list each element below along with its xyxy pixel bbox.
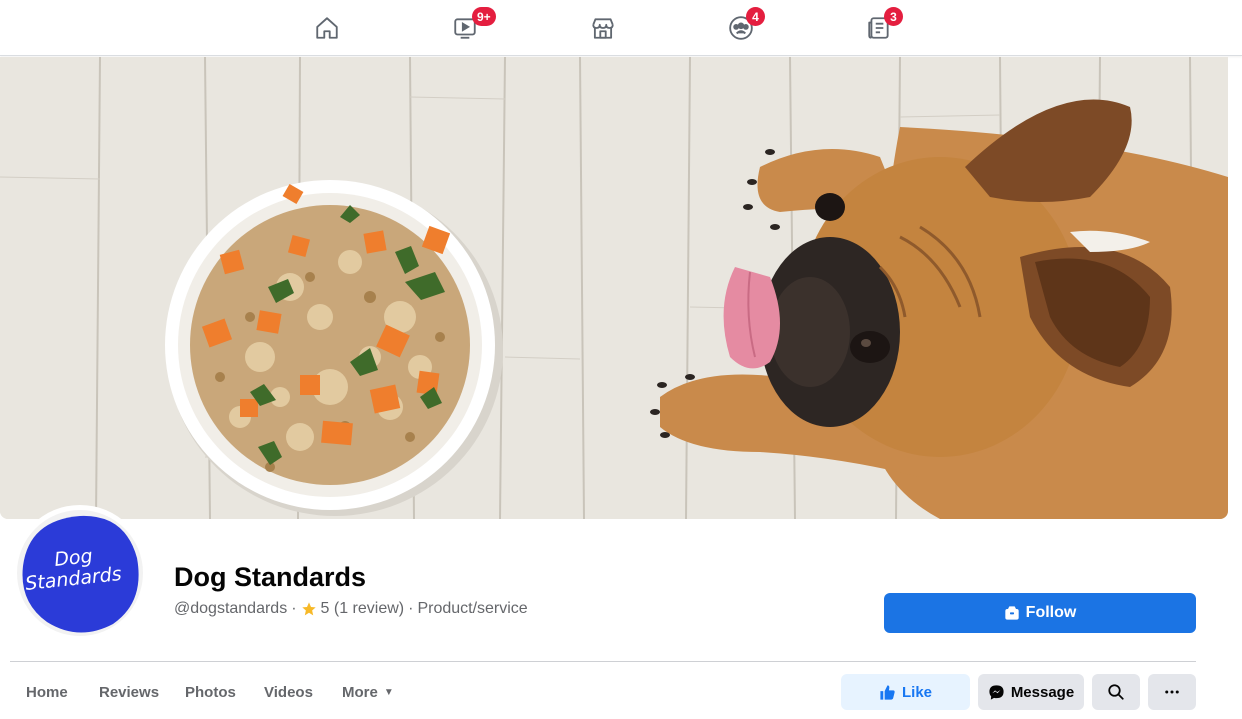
tab-more-label: More <box>342 683 378 701</box>
nav-home-button[interactable] <box>272 0 382 56</box>
divider <box>10 661 1196 662</box>
page-handle: @dogstandards <box>174 600 288 617</box>
home-icon <box>316 17 338 39</box>
tab-reviews[interactable]: Reviews <box>99 676 159 708</box>
message-button[interactable]: Message <box>978 674 1084 710</box>
search-page-button[interactable] <box>1092 674 1140 710</box>
page-title: Dog Standards <box>174 562 367 592</box>
meta-separator: · <box>291 600 297 617</box>
tab-more[interactable]: More ▼ <box>342 676 394 708</box>
dog-standards-logo: Dog Standards <box>17 510 143 636</box>
message-label: Message <box>1010 683 1075 701</box>
nav-marketplace-button[interactable] <box>548 0 658 56</box>
follow-label: Follow <box>1025 604 1077 621</box>
follow-button[interactable]: Follow <box>884 593 1196 633</box>
cover-photo[interactable] <box>0 57 1228 519</box>
like-button[interactable]: Like <box>841 674 970 710</box>
caret-down-icon: ▼ <box>383 686 394 698</box>
thumbs-up-icon <box>880 684 895 700</box>
meta-separator: · <box>408 600 414 617</box>
news-notification-badge: 3 <box>884 7 903 26</box>
nav-news-button[interactable]: 3 <box>824 0 934 56</box>
cover-photo-dog-and-food-bowl <box>0 57 1228 519</box>
star-icon <box>301 602 316 616</box>
tab-videos-label: Videos <box>264 683 313 701</box>
logo-blob-icon: Dog Standards <box>22 515 139 633</box>
nav-groups-button[interactable]: 4 <box>686 0 796 56</box>
top-navigation-bar: 9+ 4 3 <box>0 0 1242 56</box>
tab-reviews-label: Reviews <box>99 683 160 701</box>
page-rating[interactable]: 5 (1 review) <box>321 600 405 618</box>
tab-photos[interactable]: Photos <box>185 676 236 708</box>
messenger-icon <box>989 684 1004 700</box>
profile-picture[interactable]: Dog Standards <box>12 505 148 641</box>
store-icon <box>592 18 614 39</box>
tab-photos-label: Photos <box>185 683 236 701</box>
tab-home[interactable]: Home <box>26 676 68 708</box>
groups-notification-badge: 4 <box>746 7 765 26</box>
nav-watch-button[interactable]: 9+ <box>410 0 520 56</box>
tab-videos[interactable]: Videos <box>264 676 313 708</box>
more-horizontal-icon <box>1165 690 1179 694</box>
page-category: Product/service <box>417 600 528 617</box>
page-meta: @dogstandards · 5 (1 review) · Product/s… <box>174 600 528 618</box>
tab-home-label: Home <box>26 683 68 701</box>
watch-notification-badge: 9+ <box>472 7 496 26</box>
search-icon <box>1108 684 1124 700</box>
more-options-button[interactable] <box>1148 674 1196 710</box>
like-label: Like <box>901 683 932 701</box>
follow-icon <box>1005 606 1019 620</box>
